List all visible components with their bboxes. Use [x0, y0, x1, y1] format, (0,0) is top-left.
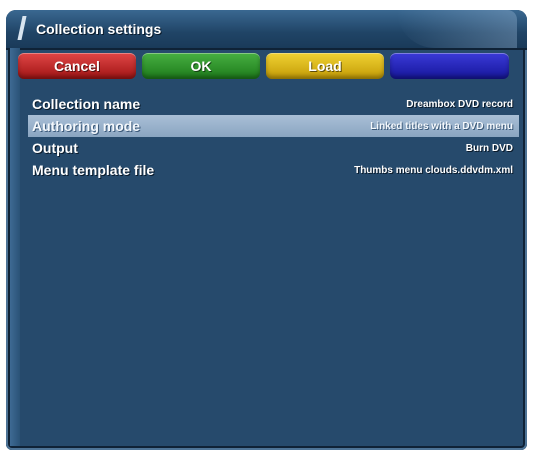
- ok-button[interactable]: OK: [142, 53, 260, 79]
- blue-button[interactable]: [390, 53, 509, 79]
- setting-row-authoring-mode[interactable]: Authoring mode Linked titles with a DVD …: [28, 115, 519, 137]
- title-bar: Collection settings: [6, 10, 527, 50]
- setting-label: Output: [32, 140, 78, 156]
- color-button-bar: Cancel OK Load: [18, 53, 521, 79]
- title-decoration: [397, 10, 517, 48]
- cancel-button[interactable]: Cancel: [18, 53, 136, 79]
- setting-row-output[interactable]: Output Burn DVD: [28, 137, 519, 159]
- title-accent-icon: [17, 16, 27, 40]
- setting-value: Thumbs menu clouds.ddvdm.xml: [354, 164, 513, 176]
- setting-row-menu-template-file[interactable]: Menu template file Thumbs menu clouds.dd…: [28, 159, 519, 181]
- setting-value: Linked titles with a DVD menu: [370, 120, 513, 132]
- setting-row-collection-name[interactable]: Collection name Dreambox DVD record: [28, 93, 519, 115]
- setting-label: Menu template file: [32, 162, 155, 178]
- left-frame: [10, 48, 20, 446]
- setting-label: Authoring mode: [32, 118, 141, 134]
- load-button[interactable]: Load: [266, 53, 384, 79]
- setting-value: Burn DVD: [465, 142, 513, 154]
- window-title: Collection settings: [36, 21, 162, 37]
- setting-value: Dreambox DVD record: [406, 98, 513, 110]
- settings-list: Collection name Dreambox DVD record Auth…: [28, 93, 519, 181]
- setting-label: Collection name: [32, 96, 141, 112]
- settings-window: Collection settings Cancel OK Load Colle…: [6, 10, 527, 450]
